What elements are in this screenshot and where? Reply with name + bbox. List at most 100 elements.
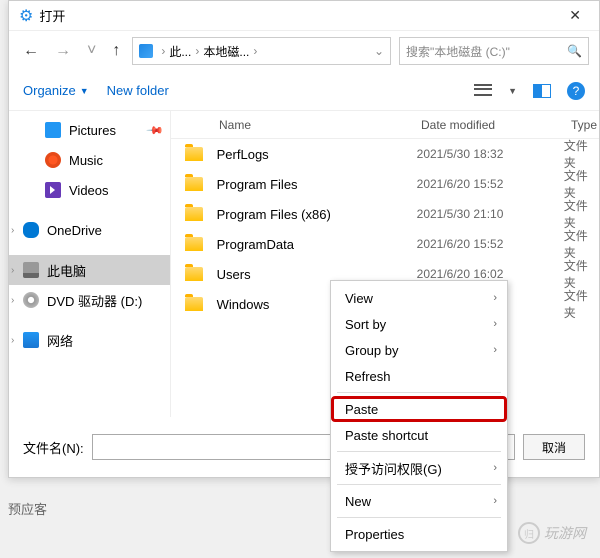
new-folder-button[interactable]: New folder [107, 83, 169, 98]
sidebar: Pictures📌MusicVideos›OneDrive›此电脑›DVD 驱动… [9, 111, 171, 417]
videos-icon [45, 182, 61, 198]
file-name: Program Files [217, 177, 417, 192]
window-title: 打开 [39, 6, 65, 25]
preview-pane-icon[interactable] [533, 84, 551, 98]
menu-separator [337, 451, 501, 452]
address-part[interactable]: 此... [169, 43, 191, 60]
chevron-right-icon: › [493, 462, 497, 474]
folder-icon [185, 147, 203, 161]
file-date: 2021/6/20 15:52 [417, 177, 564, 191]
column-header: Name Date modified Type [171, 111, 599, 139]
context-menu: View› Sort by› Group by› Refresh Paste P… [330, 280, 508, 552]
file-name: ProgramData [217, 237, 417, 252]
chevron-right-icon: › [253, 44, 257, 58]
folder-row[interactable]: PerfLogs2021/5/30 18:32文件夹 [171, 139, 599, 169]
file-date: 2021/5/30 21:10 [417, 207, 564, 221]
network-icon [23, 332, 39, 348]
sidebar-item-label: 网络 [47, 331, 73, 350]
pin-icon: 📌 [146, 121, 165, 140]
ctx-view[interactable]: View› [331, 285, 507, 311]
folder-row[interactable]: Program Files (x86)2021/5/30 21:10文件夹 [171, 199, 599, 229]
file-date: 2021/6/20 16:02 [417, 267, 564, 281]
menu-separator [337, 517, 501, 518]
file-type: 文件夹 [564, 167, 599, 201]
chevron-right-icon: › [195, 44, 199, 58]
sidebar-item-label: Pictures [69, 123, 116, 138]
file-type: 文件夹 [564, 197, 599, 231]
chevron-right-icon: › [161, 44, 165, 58]
ctx-refresh[interactable]: Refresh [331, 363, 507, 389]
pc-icon [23, 262, 39, 278]
folder-icon [185, 297, 203, 311]
pictures-icon [45, 122, 61, 138]
chevron-right-icon: › [11, 335, 14, 346]
help-icon[interactable]: ? [567, 82, 585, 100]
chevron-right-icon: › [493, 344, 497, 356]
menu-separator [337, 392, 501, 393]
gear-icon: ⚙ [19, 6, 33, 26]
ctx-group-by[interactable]: Group by› [331, 337, 507, 363]
back-button[interactable]: ← [19, 38, 43, 64]
address-bar[interactable]: › 此... › 本地磁... › ⌄ [132, 37, 391, 65]
folder-icon [185, 207, 203, 221]
chevron-right-icon: › [493, 495, 497, 507]
column-name[interactable]: Name [171, 118, 421, 132]
view-list-icon[interactable] [474, 84, 492, 98]
sidebar-item-onedrive[interactable]: › OneDrive [9, 215, 170, 245]
filename-label: 文件名(N): [23, 438, 84, 457]
sidebar-item-network[interactable]: › 网络 [9, 325, 170, 355]
column-type[interactable]: Type [571, 118, 599, 132]
sidebar-item-videos[interactable]: Videos [9, 175, 170, 205]
address-dropdown-icon[interactable]: ⌄ [374, 44, 384, 58]
ctx-sort-by[interactable]: Sort by› [331, 311, 507, 337]
sidebar-item-label: DVD 驱动器 (D:) [47, 291, 142, 310]
file-type: 文件夹 [564, 287, 599, 319]
folder-icon [185, 177, 203, 191]
ctx-properties[interactable]: Properties [331, 521, 507, 547]
file-name: PerfLogs [217, 147, 417, 162]
sidebar-item-label: OneDrive [47, 223, 102, 238]
close-icon[interactable]: ✕ [561, 3, 589, 28]
search-placeholder: 搜索"本地磁盘 (C:)" [406, 43, 510, 60]
open-file-dialog: ⚙ 打开 ✕ ← → ˅ ↑ › 此... › 本地磁... › ⌄ 搜索"本地… [8, 0, 600, 478]
folder-row[interactable]: ProgramData2021/6/20 15:52文件夹 [171, 229, 599, 259]
sidebar-item-dvd[interactable]: › DVD 驱动器 (D:) [9, 285, 170, 315]
sidebar-item-music[interactable]: Music [9, 145, 170, 175]
chevron-down-icon: ▼ [80, 86, 89, 96]
address-part[interactable]: 本地磁... [203, 43, 249, 60]
folder-row[interactable]: Program Files2021/6/20 15:52文件夹 [171, 169, 599, 199]
drive-icon [139, 44, 153, 58]
dialog-footer: 文件名(N): 取消 [9, 417, 599, 477]
menu-separator [337, 484, 501, 485]
onedrive-icon [23, 222, 39, 238]
column-date[interactable]: Date modified [421, 118, 571, 132]
titlebar: ⚙ 打开 ✕ [9, 1, 599, 31]
organize-menu[interactable]: Organize ▼ [23, 83, 89, 98]
chevron-right-icon: › [493, 292, 497, 304]
watermark-logo-icon: 归 [518, 522, 540, 544]
file-name: Program Files (x86) [217, 207, 417, 222]
forward-button[interactable]: → [51, 38, 75, 64]
chevron-right-icon: › [11, 265, 14, 276]
toolbar: Organize ▼ New folder ▼ ? [9, 71, 599, 111]
recent-dropdown[interactable]: ˅ [83, 38, 100, 64]
sidebar-item-pc[interactable]: ›此电脑 [9, 255, 170, 285]
ctx-paste[interactable]: Paste [331, 396, 507, 422]
ctx-paste-shortcut[interactable]: Paste shortcut [331, 422, 507, 448]
watermark-text: 玩游网 [544, 523, 586, 543]
folder-icon [185, 237, 203, 251]
ctx-new[interactable]: New› [331, 488, 507, 514]
search-icon[interactable]: 🔍 [567, 44, 582, 58]
folder-icon [185, 267, 203, 281]
chevron-right-icon: › [11, 225, 14, 236]
ctx-grant-access[interactable]: 授予访问权限(G)› [331, 455, 507, 481]
sidebar-item-pictures[interactable]: Pictures 📌 [9, 115, 170, 145]
search-input[interactable]: 搜索"本地磁盘 (C:)" 🔍 [399, 37, 589, 65]
view-dropdown-icon[interactable]: ▼ [508, 86, 517, 96]
sidebar-item-label: Videos [69, 183, 109, 198]
file-date: 2021/6/20 15:52 [417, 237, 564, 251]
up-button[interactable]: ↑ [108, 38, 124, 64]
chevron-right-icon: › [11, 295, 14, 306]
sidebar-item-label: Music [69, 153, 103, 168]
cancel-button[interactable]: 取消 [523, 434, 585, 460]
